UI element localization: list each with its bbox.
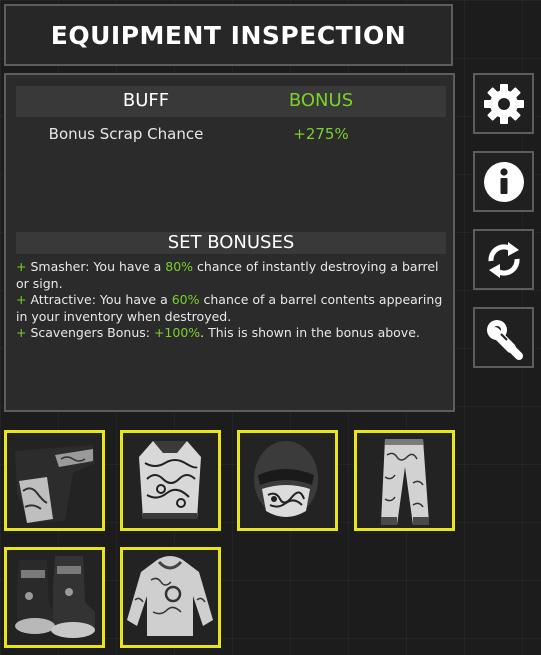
buff-value: +275% bbox=[293, 125, 349, 143]
buff-column-header: BUFF bbox=[122, 90, 170, 111]
info-icon bbox=[483, 161, 524, 202]
set-bonus-list: + Smasher: You have a 80% chance of inst… bbox=[16, 259, 452, 342]
grinder-button[interactable] bbox=[473, 307, 534, 368]
page-title: EQUIPMENT INSPECTION bbox=[50, 20, 407, 50]
set-bonus-item: + Smasher: You have a 80% chance of inst… bbox=[16, 259, 439, 291]
kilt-icon bbox=[15, 445, 95, 523]
title-bar: EQUIPMENT INSPECTION bbox=[4, 4, 453, 66]
set-bonus-item: + Scavengers Bonus: +100%. This is shown… bbox=[16, 325, 420, 340]
equipment-slot-hoodie[interactable] bbox=[120, 547, 221, 648]
bonus-column-header: BONUS bbox=[288, 90, 354, 111]
settings-button[interactable] bbox=[473, 73, 534, 134]
swap-button[interactable] bbox=[473, 229, 534, 290]
equipment-slot-chestplate[interactable] bbox=[120, 430, 221, 531]
grinder-icon bbox=[486, 319, 523, 360]
equipment-slot-facemask[interactable] bbox=[237, 430, 338, 531]
hoodie-icon bbox=[127, 556, 213, 636]
gear-icon bbox=[483, 83, 524, 124]
info-button[interactable] bbox=[473, 151, 534, 212]
facemask-icon bbox=[254, 441, 318, 517]
buff-table-header: BUFF BONUS bbox=[16, 86, 446, 117]
equipment-slot-kilt[interactable] bbox=[4, 430, 105, 531]
swap-icon bbox=[487, 241, 520, 278]
equipment-slot-boots[interactable] bbox=[4, 547, 105, 648]
chestplate-icon bbox=[139, 441, 201, 519]
pants-icon bbox=[381, 439, 429, 525]
boots-icon bbox=[15, 556, 95, 638]
set-bonuses-header: SET BONUSES bbox=[16, 232, 446, 254]
buff-name: Bonus Scrap Chance bbox=[48, 125, 204, 143]
set-bonus-item: + Attractive: You have a 60% chance of a… bbox=[16, 292, 443, 324]
set-bonuses-title: SET BONUSES bbox=[167, 232, 295, 253]
info-panel: BUFF BONUS Bonus Scrap Chance +275% SET … bbox=[4, 73, 455, 412]
equipment-slot-pants[interactable] bbox=[354, 430, 455, 531]
